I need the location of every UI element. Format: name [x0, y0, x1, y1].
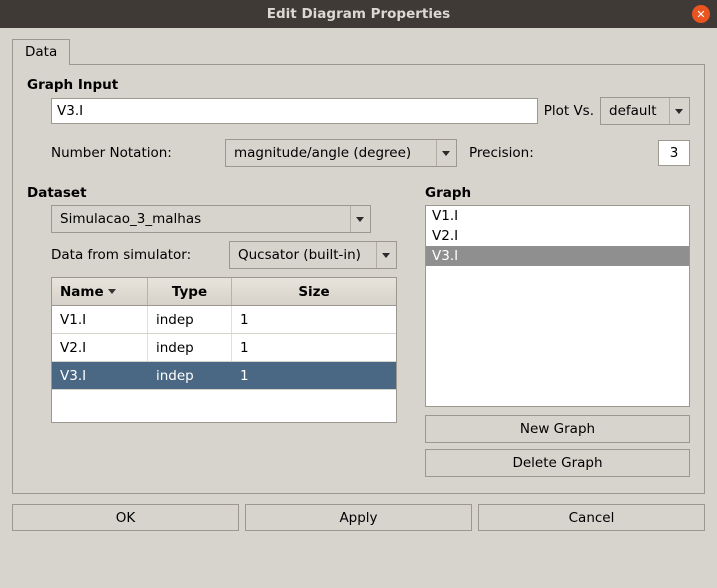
table-row[interactable]: V1.Iindep1 — [52, 306, 396, 334]
dataset-select[interactable]: Simulacao_3_malhas — [51, 205, 371, 233]
plot-vs-select[interactable]: default — [600, 97, 690, 125]
sort-indicator-icon — [108, 289, 116, 294]
tab-panel: Graph Input Plot Vs. default Number Nota… — [12, 64, 705, 494]
cell-type: indep — [148, 306, 232, 333]
number-notation-select[interactable]: magnitude/angle (degree) — [225, 139, 457, 167]
precision-label: Precision: — [469, 145, 534, 161]
list-item[interactable]: V1.I — [426, 206, 689, 226]
cell-name: V1.I — [52, 306, 148, 333]
column-header-type[interactable]: Type — [148, 278, 232, 305]
close-icon[interactable]: ✕ — [692, 5, 710, 23]
cell-size: 1 — [232, 334, 396, 361]
cell-size: 1 — [232, 362, 396, 389]
cell-name: V3.I — [52, 362, 148, 389]
graph-input-label: Graph Input — [27, 77, 690, 93]
data-from-simulator-label: Data from simulator: — [51, 247, 223, 263]
dataset-table[interactable]: Name Type Size V1.Iindep1V2.Iindep1V3.Ii… — [51, 277, 397, 423]
table-row[interactable]: V3.Iindep1 — [52, 362, 396, 390]
list-item[interactable]: V3.I — [426, 246, 689, 266]
title-bar: Edit Diagram Properties ✕ — [0, 0, 717, 28]
dataset-label: Dataset — [27, 185, 397, 201]
cell-size: 1 — [232, 306, 396, 333]
apply-button[interactable]: Apply — [245, 504, 472, 531]
cell-type: indep — [148, 362, 232, 389]
cell-type: indep — [148, 334, 232, 361]
chevron-down-icon — [436, 140, 454, 166]
tab-data[interactable]: Data — [12, 39, 70, 65]
graph-list[interactable]: V1.IV2.IV3.I — [425, 205, 690, 407]
new-graph-button[interactable]: New Graph — [425, 415, 690, 443]
plot-vs-label: Plot Vs. — [544, 103, 594, 119]
ok-button[interactable]: OK — [12, 504, 239, 531]
cell-name: V2.I — [52, 334, 148, 361]
window-title: Edit Diagram Properties — [0, 6, 717, 22]
tab-bar: Data — [12, 38, 705, 64]
graph-label: Graph — [425, 185, 690, 201]
cancel-button[interactable]: Cancel — [478, 504, 705, 531]
column-header-size[interactable]: Size — [232, 278, 396, 305]
column-header-name[interactable]: Name — [52, 278, 148, 305]
chevron-down-icon — [376, 242, 394, 268]
precision-field[interactable] — [658, 140, 690, 166]
delete-graph-button[interactable]: Delete Graph — [425, 449, 690, 477]
list-item[interactable]: V2.I — [426, 226, 689, 246]
graph-input-field[interactable] — [51, 98, 538, 124]
table-row[interactable]: V2.Iindep1 — [52, 334, 396, 362]
chevron-down-icon — [669, 98, 687, 124]
data-from-simulator-select[interactable]: Qucsator (built-in) — [229, 241, 397, 269]
number-notation-label: Number Notation: — [51, 145, 219, 161]
chevron-down-icon — [350, 206, 368, 232]
